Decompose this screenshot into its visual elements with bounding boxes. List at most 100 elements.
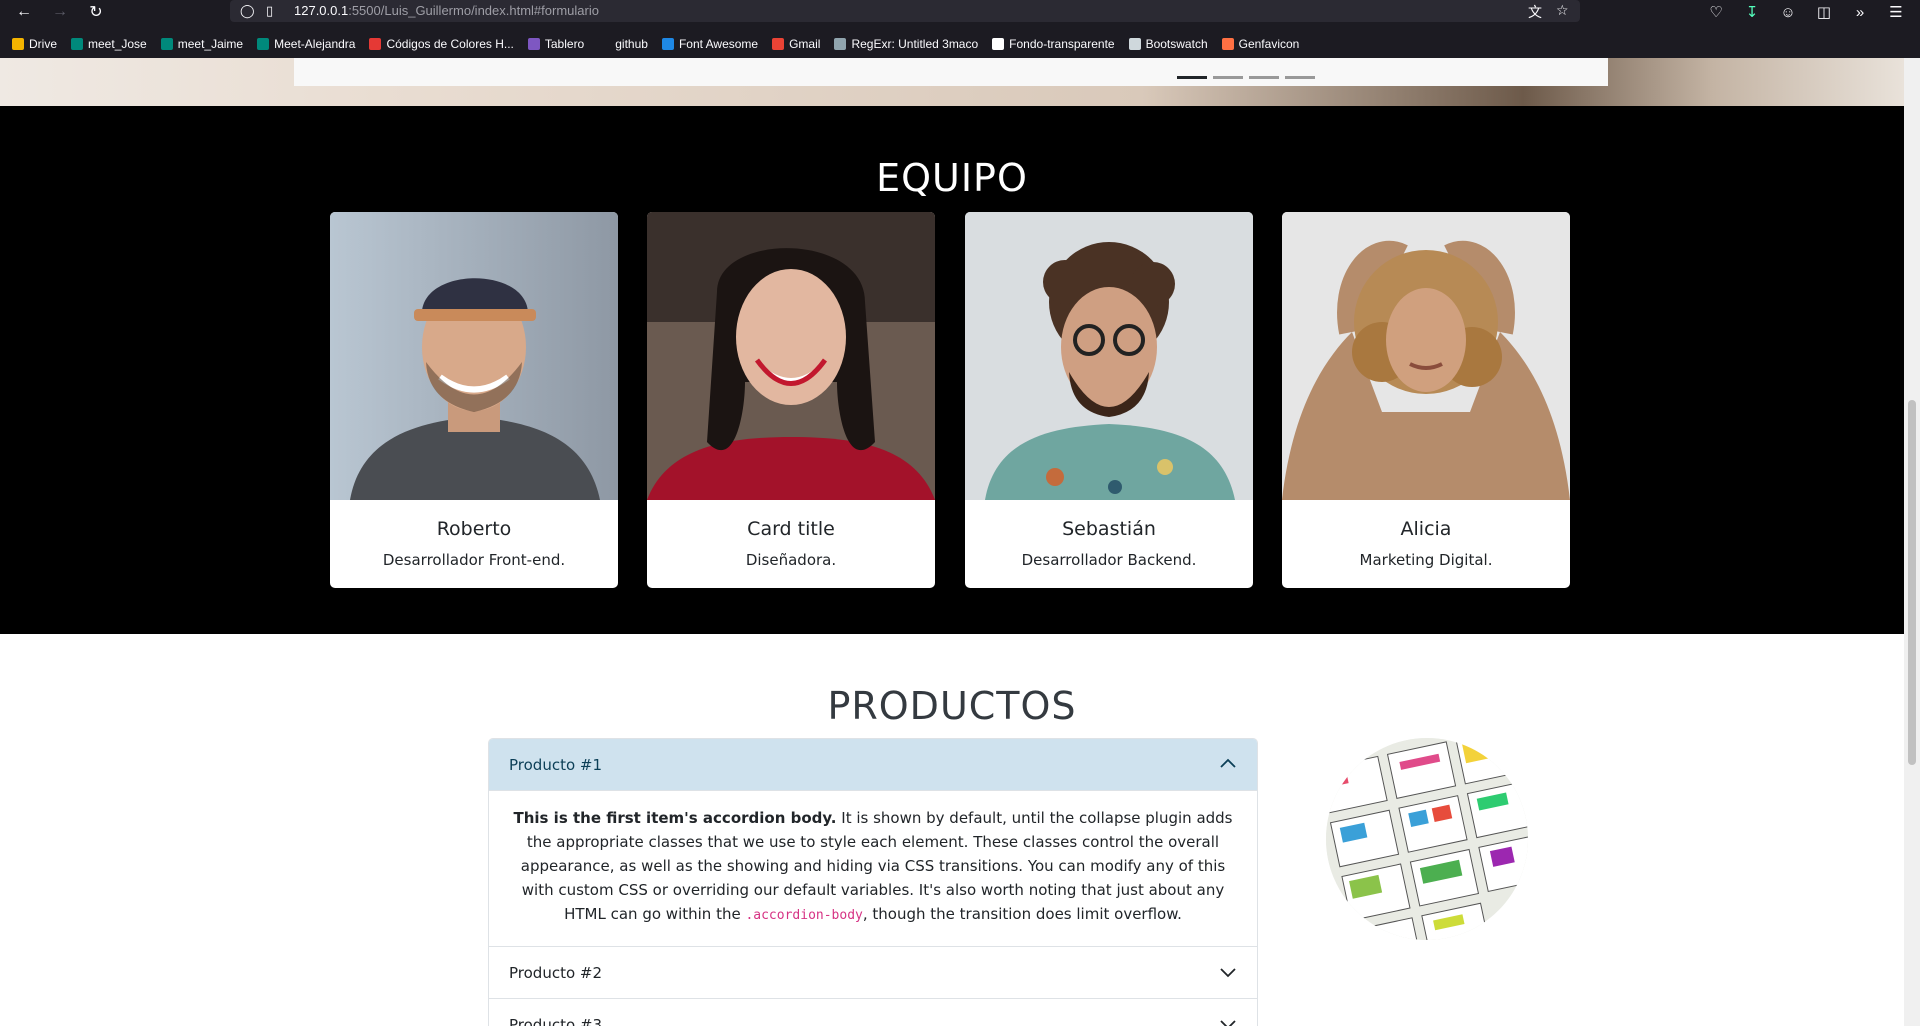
bookmark-item[interactable]: meet_Jose: [71, 37, 147, 51]
bookmark-item[interactable]: Genfavicon: [1221, 37, 1300, 51]
bookmark-label: Gmail: [789, 37, 821, 51]
bookmark-label: meet_Jose: [88, 37, 147, 51]
chevron-up-icon: [1220, 758, 1236, 768]
bookmark-label: meet_Jaime: [177, 37, 244, 51]
card-name: Roberto: [436, 518, 512, 540]
bookmark-label: RegExr: Untitled 3maco: [851, 37, 979, 51]
card-role: Diseñadora.: [745, 551, 837, 569]
card-role: Desarrollador Front-end.: [382, 551, 566, 569]
product-image: [1326, 738, 1528, 940]
team-photo-roberto: [330, 212, 618, 500]
bookmark-favicon-icon: [1221, 38, 1234, 50]
carousel-indicator[interactable]: [1177, 76, 1207, 79]
chevron-down-icon: [1220, 968, 1236, 978]
bookmark-label: Tablero: [544, 37, 585, 51]
bookmark-item[interactable]: meet_Jaime: [160, 37, 244, 51]
shield-icon[interactable]: ◯: [240, 3, 255, 19]
card-name: Card title: [747, 518, 835, 540]
team-section: EQUIPO Roberto Desarrollador Front-end.: [0, 106, 1904, 634]
team-card: Sebastián Desarrollador Backend.: [965, 212, 1253, 588]
bookmark-favicon-icon: [257, 38, 270, 50]
account-icon[interactable]: ☺: [1776, 1, 1800, 23]
bookmark-item[interactable]: Drive: [12, 37, 57, 51]
hero-carousel: [0, 58, 1904, 106]
bookmark-label: Códigos de Colores H...: [386, 37, 514, 51]
carousel-indicator[interactable]: [1285, 76, 1315, 79]
bookmark-star-icon[interactable]: ☆: [1556, 2, 1569, 19]
wireframe-sketches-image: [1326, 738, 1528, 940]
accordion-button-producto-1[interactable]: Producto #1: [489, 739, 1257, 791]
accordion-label: Producto #3: [509, 1015, 603, 1026]
team-card: Card title Diseñadora.: [647, 212, 935, 588]
team-photo-designer: [647, 212, 935, 500]
menu-icon[interactable]: ☰: [1884, 1, 1908, 23]
carousel-caption-panel: [294, 58, 1608, 86]
translate-icon[interactable]: 文: [1528, 2, 1542, 22]
accordion-body-code: .accordion-body: [745, 908, 863, 923]
url-text[interactable]: 127.0.0.1:5500/Luis_Guillermo/index.html…: [294, 3, 599, 18]
download-icon[interactable]: ↧: [1740, 1, 1764, 23]
card-role: Desarrollador Backend.: [1021, 551, 1197, 569]
products-title: PRODUCTOS: [827, 684, 1077, 728]
bookmark-favicon-icon: [834, 38, 847, 50]
team-photo-alicia: [1282, 212, 1570, 500]
bookmark-label: Font Awesome: [678, 37, 759, 51]
bookmark-favicon-icon: [527, 38, 540, 50]
team-title: EQUIPO: [876, 156, 1028, 200]
card-name: Alicia: [1400, 518, 1452, 540]
chevron-down-icon: [1220, 1020, 1236, 1026]
url-host: 127.0.0.1: [294, 3, 349, 18]
bookmark-item[interactable]: RegExr: Untitled 3maco: [834, 37, 978, 51]
team-card: Alicia Marketing Digital.: [1282, 212, 1570, 588]
overflow-icon[interactable]: »: [1848, 1, 1872, 23]
bookmark-favicon-icon: [71, 38, 84, 50]
team-photo-sebastian: [965, 212, 1253, 500]
accordion-body-tail: , though the transition does limit overf…: [862, 905, 1182, 923]
products-accordion: Producto #1 This is the first item's acc…: [488, 738, 1258, 1026]
accordion-body: This is the first item's accordion body.…: [489, 791, 1257, 947]
url-bar[interactable]: ◯ ▯ 127.0.0.1:5500/Luis_Guillermo/index.…: [230, 0, 1580, 22]
bookmark-favicon-icon: [772, 38, 785, 50]
bookmark-favicon-icon: [661, 38, 674, 50]
bookmark-label: Meet-Alejandra: [274, 37, 356, 51]
bookmark-label: Genfavicon: [1238, 37, 1300, 51]
scrollbar-thumb[interactable]: [1908, 400, 1916, 765]
bookmark-favicon-icon: [160, 38, 173, 50]
bookmark-item[interactable]: Códigos de Colores H...: [369, 37, 514, 51]
bookmark-favicon-icon: [1128, 38, 1141, 50]
bookmark-item[interactable]: github: [598, 37, 648, 51]
bookmark-label: Bootswatch: [1145, 37, 1208, 51]
pocket-icon[interactable]: ♡: [1704, 1, 1728, 23]
card-name: Sebastián: [1062, 518, 1156, 540]
accordion-button-producto-3[interactable]: Producto #3: [489, 999, 1257, 1026]
carousel-indicator[interactable]: [1213, 76, 1243, 79]
bookmark-favicon-icon: [992, 38, 1005, 50]
accordion-button-producto-2[interactable]: Producto #2: [489, 947, 1257, 999]
bookmark-item[interactable]: Gmail: [772, 37, 820, 51]
page-scrollbar[interactable]: [1904, 58, 1920, 1026]
bookmark-label: github: [615, 37, 648, 51]
accordion-label: Producto #2: [509, 963, 603, 982]
reload-icon[interactable]: ↻: [84, 1, 108, 23]
bookmark-label: Drive: [29, 37, 58, 51]
carousel-indicator[interactable]: [1249, 76, 1279, 79]
bookmark-item[interactable]: Font Awesome: [661, 37, 759, 51]
bookmarks-toolbar: Drive meet_Jose meet_Jaime Meet-Alejandra Có…: [0, 32, 1920, 56]
page-content: EQUIPO Roberto Desarrollador Front-end.: [0, 58, 1904, 1026]
bookmark-item[interactable]: Bootswatch: [1128, 37, 1208, 51]
forward-icon[interactable]: →: [48, 1, 72, 23]
bookmark-label: Fondo-transparente: [1009, 37, 1115, 51]
browser-toolbar: ← → ↻ ◯ ▯ 127.0.0.1:5500/Luis_Guillermo/…: [0, 0, 1920, 24]
url-path: :5500/Luis_Guillermo/index.html#formular…: [348, 3, 599, 18]
accordion-label: Producto #1: [509, 755, 603, 774]
bookmark-item[interactable]: Fondo-transparente: [992, 37, 1115, 51]
bookmark-favicon-icon: [12, 38, 24, 50]
bookmark-item[interactable]: Tablero: [527, 37, 585, 51]
back-icon[interactable]: ←: [12, 1, 36, 23]
bookmark-item[interactable]: Meet-Alejandra: [257, 37, 355, 51]
extensions-icon[interactable]: ◫: [1812, 1, 1836, 23]
team-card: Roberto Desarrollador Front-end.: [330, 212, 618, 588]
accordion-body-bold: This is the first item's accordion body.: [513, 809, 837, 827]
card-role: Marketing Digital.: [1359, 551, 1493, 569]
bookmark-favicon-icon: [598, 38, 611, 50]
